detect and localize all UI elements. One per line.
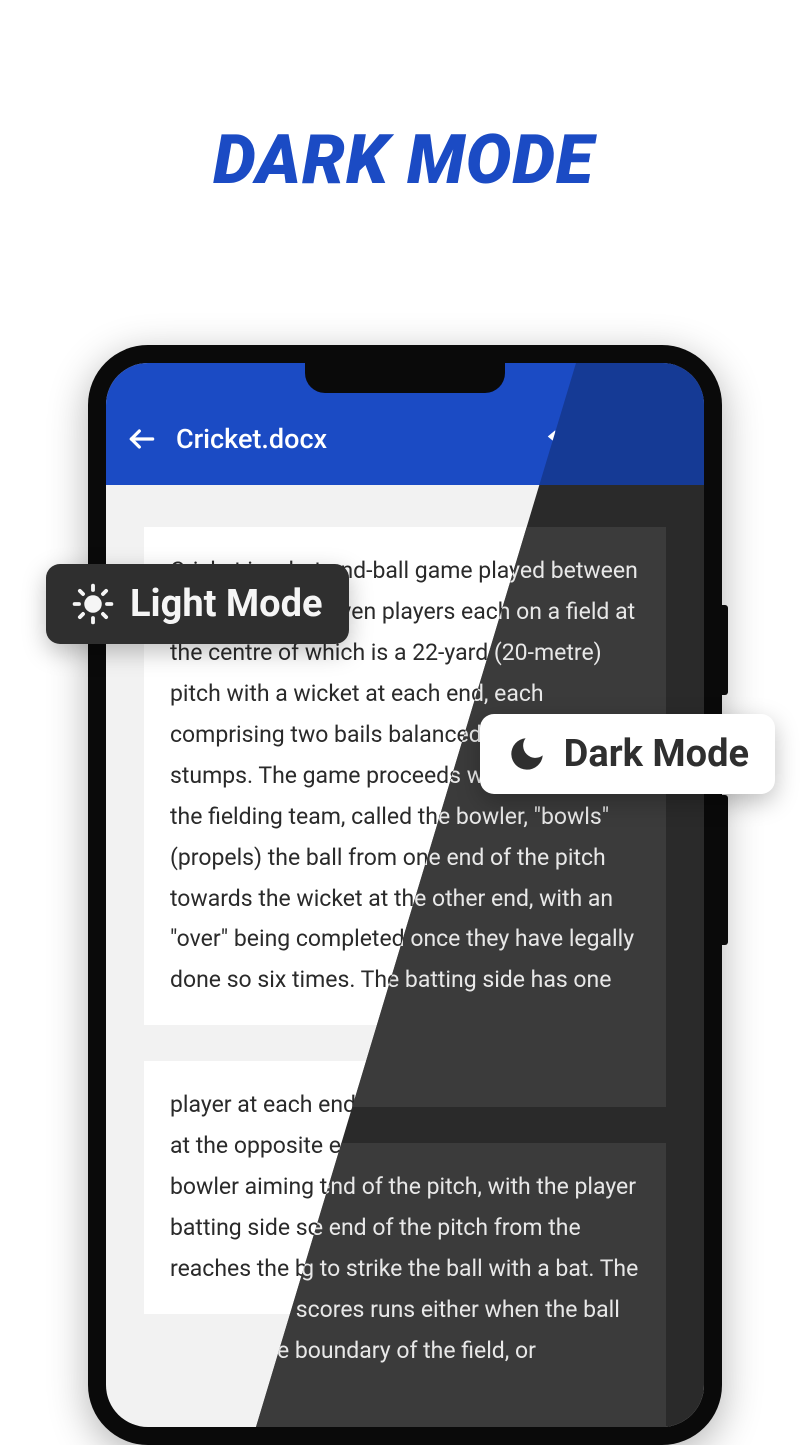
redo-button[interactable] (600, 424, 630, 454)
light-mode-badge: Light Mode (46, 564, 349, 644)
undo-button[interactable] (544, 424, 574, 454)
dark-mode-badge: Dark Mode (480, 714, 775, 794)
document-page[interactable]: player at each end of the pitch, with th… (144, 1061, 666, 1314)
sun-icon (72, 583, 114, 625)
redo-icon (600, 424, 630, 454)
more-icon (668, 425, 674, 453)
phone-notch (305, 363, 505, 393)
moon-icon (506, 733, 548, 775)
header-toolbar (544, 424, 686, 454)
back-button[interactable] (124, 421, 160, 457)
arrow-left-icon (126, 423, 158, 455)
more-button[interactable] (656, 424, 686, 454)
phone-frame: Cricket.docx (88, 345, 722, 1445)
file-title: Cricket.docx (176, 423, 528, 455)
dark-mode-label: Dark Mode (564, 732, 749, 776)
phone-side-button (722, 605, 728, 695)
light-mode-label: Light Mode (130, 582, 323, 626)
promo-heading: DARK MODE (0, 120, 807, 200)
phone-side-button-2 (722, 795, 728, 945)
undo-icon (544, 424, 574, 454)
phone-screen: Cricket.docx (106, 363, 704, 1427)
